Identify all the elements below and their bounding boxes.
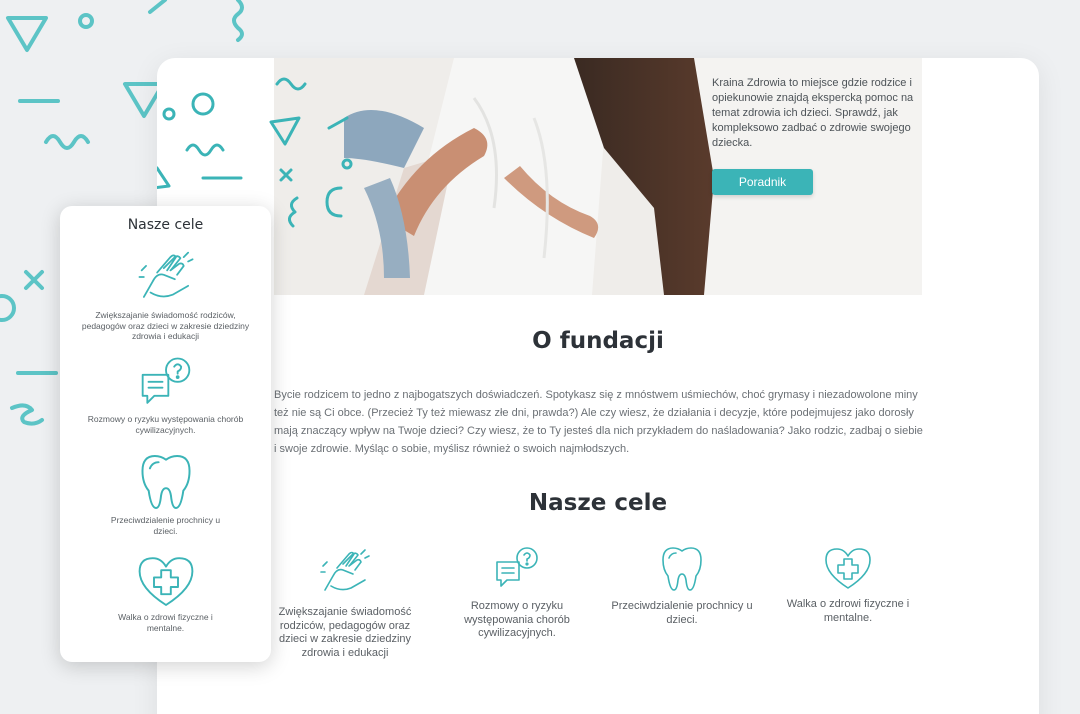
goal-label: Walka o zdrowi fizyczne i mentalne. bbox=[786, 598, 910, 624]
mobile-title: Nasze cele bbox=[127, 217, 204, 233]
goal-label: Zwiększajanie świadomość rodziców, pedag… bbox=[278, 606, 412, 659]
mobile-goal-label: Walka o zdrowi fizyczne i mentalne. bbox=[118, 612, 213, 633]
mobile-goal-item-health: Walka o zdrowi fizyczne i mentalne. bbox=[60, 554, 271, 633]
goal-item-health: Walka o zdrowi fizyczne i mentalne. bbox=[773, 546, 923, 625]
mobile-goal-item-caries: Przeciwdzialenie prochnicy u dzieci. bbox=[60, 453, 271, 536]
goal-label: Rozmowy o ryzyku występowania chorób cyw… bbox=[464, 600, 570, 639]
mobile-goal-label: Rozmowy o ryzyku występowania chorób cyw… bbox=[87, 414, 244, 435]
tooth-icon bbox=[662, 547, 702, 591]
goal-label: Przeciwdzialenie prochnicy u dzieci. bbox=[611, 600, 753, 626]
about-title: O fundacji bbox=[532, 328, 664, 354]
about-text: Bycie rodzicem to jedno z najbogatszych … bbox=[274, 389, 923, 455]
mobile-goal-item-diseases: Rozmowy o ryzyku występowania chorób cyw… bbox=[60, 356, 271, 435]
goal-item-awareness: Zwiększajanie świadomość rodziców, pedag… bbox=[270, 546, 420, 660]
goals-title: Nasze cele bbox=[528, 490, 668, 516]
mobile-goal-item-awareness: Zwiększajanie świadomość rodziców, pedag… bbox=[60, 248, 271, 342]
heart-cross-icon bbox=[138, 557, 193, 606]
hands-icon bbox=[320, 549, 370, 591]
hands-icon bbox=[138, 251, 193, 298]
heart-cross-icon bbox=[825, 548, 871, 589]
chat-question-icon bbox=[141, 357, 190, 404]
chat-question-icon bbox=[496, 547, 538, 587]
tooth-icon bbox=[140, 455, 191, 509]
goal-item-caries: Przeciwdzialenie prochnicy u dzieci. bbox=[607, 546, 757, 627]
mobile-goal-label: Przeciwdzialenie prochnicy u dzieci. bbox=[110, 515, 221, 536]
hero-description: Kraina Zdrowia to miejsce gdzie rodzice … bbox=[712, 77, 914, 149]
mobile-goal-label: Zwiększajanie świadomość rodziców, pedag… bbox=[81, 310, 250, 341]
poradnik-button[interactable]: Poradnik bbox=[712, 169, 813, 195]
desktop-page: Kraina Zdrowia to miejsce gdzie rodzice … bbox=[157, 58, 1039, 714]
goal-item-diseases: Rozmowy o ryzyku występowania chorób cyw… bbox=[442, 546, 592, 641]
mobile-preview: Nasze cele Zwiększajanie świadomość rodz… bbox=[60, 206, 271, 662]
